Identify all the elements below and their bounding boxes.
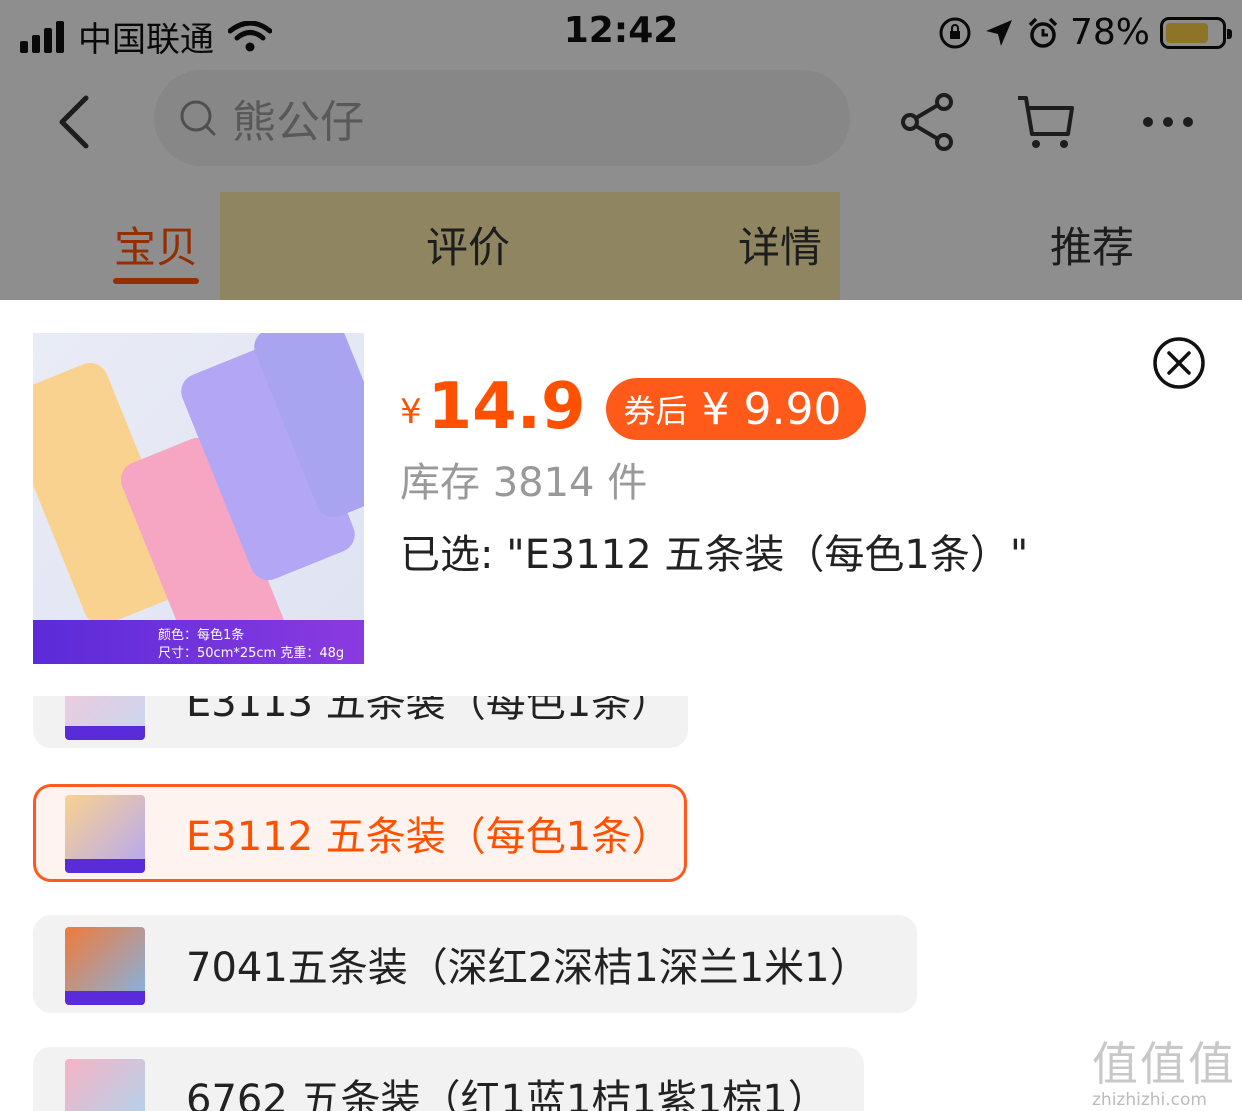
variant-options: E3113 五条装（每色1条） E3112 五条装（每色1条） 7041五条装（… bbox=[0, 696, 1242, 1111]
variant-label: 7041五条装（深红2深桔1深兰1米1） bbox=[186, 945, 870, 991]
selected-variant: 已选: "E3112 五条装（每色1条）" bbox=[400, 532, 1029, 578]
variant-option[interactable]: 6762 五条装（红1蓝1桔1紫1棕1） bbox=[33, 1047, 864, 1111]
variant-option-selected[interactable]: E3112 五条装（每色1条） bbox=[33, 784, 687, 882]
variant-label: 6762 五条装（红1蓝1桔1紫1棕1） bbox=[186, 1077, 828, 1111]
coupon-price: ¥ 9.90 bbox=[701, 383, 842, 435]
variant-thumbnail bbox=[65, 927, 145, 1005]
variant-option[interactable]: 7041五条装（深红2深桔1深兰1米1） bbox=[33, 915, 917, 1013]
variant-thumbnail bbox=[65, 795, 145, 873]
coupon-label: 券后 bbox=[623, 392, 688, 430]
background-page: 中国联通 12:42 78% 熊公仔 宝贝 评价 详情 推荐 bbox=[0, 0, 1242, 300]
coupon-badge: 券后 ¥ 9.90 bbox=[605, 378, 866, 440]
image-caption: 颜色：每色1条 尺寸：50cm*25cm 克重：48g bbox=[33, 620, 364, 664]
price-row: ¥ 14.9 券后 ¥ 9.90 bbox=[400, 370, 866, 444]
variant-thumbnail bbox=[65, 1059, 145, 1111]
close-icon[interactable] bbox=[1152, 336, 1206, 390]
stock-count: 库存 3814 件 bbox=[400, 460, 648, 506]
currency-symbol: ¥ bbox=[400, 392, 422, 432]
sku-sheet: 颜色：每色1条 尺寸：50cm*25cm 克重：48g ¥ 14.9 券后 ¥ … bbox=[0, 300, 1242, 1111]
modal-dim-overlay[interactable] bbox=[0, 0, 1242, 300]
price: 14.9 bbox=[427, 370, 586, 444]
watermark: 值值值 zhizhizhi.com bbox=[1092, 1028, 1238, 1110]
variant-option[interactable]: E3113 五条装（每色1条） bbox=[33, 696, 688, 748]
watermark-logo: 值值值 bbox=[1092, 1037, 1236, 1091]
variant-label: E3113 五条装（每色1条） bbox=[186, 696, 672, 726]
variant-thumbnail bbox=[65, 696, 145, 740]
product-image: 颜色：每色1条 尺寸：50cm*25cm 克重：48g bbox=[33, 333, 364, 664]
variant-label: E3112 五条装（每色1条） bbox=[186, 814, 672, 860]
